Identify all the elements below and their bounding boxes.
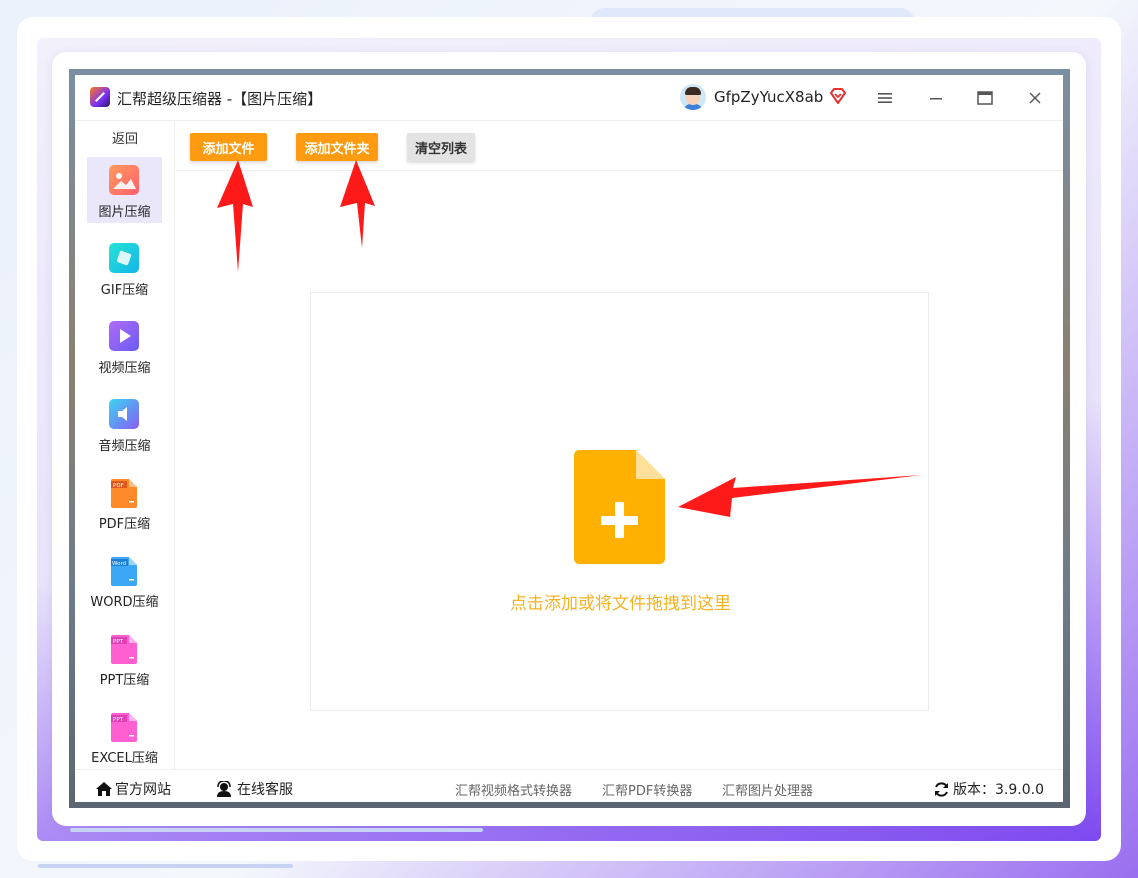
svg-text:PDF: PDF (113, 483, 124, 489)
sidebar: 返回 图片压缩 GIF压缩 视频压缩 音频压缩 PDF PDF压缩 Word W… (75, 121, 175, 769)
add-file-button[interactable]: 添加文件 (190, 133, 267, 161)
app-logo-icon (90, 87, 110, 107)
video-converter-link[interactable]: 汇帮视频格式转换器 (455, 780, 572, 799)
sidebar-item-pdf-compress[interactable]: PDF PDF压缩 (87, 469, 162, 535)
minimize-button[interactable] (923, 85, 949, 111)
official-website-link[interactable]: 官方网站 (95, 779, 171, 799)
svg-text:PPT: PPT (113, 717, 124, 723)
sidebar-item-label: EXCEL压缩 (91, 751, 158, 766)
sidebar-item-label: 音频压缩 (98, 439, 151, 454)
user-avatar[interactable] (680, 84, 706, 110)
drop-zone-hint: 点击添加或将文件拖拽到这里 (510, 594, 731, 614)
home-icon (96, 782, 112, 796)
sidebar-item-excel-compress[interactable]: PPT EXCEL压缩 (87, 703, 162, 769)
app-title: 汇帮超级压缩器 -【图片压缩】 (117, 90, 323, 108)
sidebar-item-gif-compress[interactable]: GIF压缩 (87, 235, 162, 301)
online-support-label: 在线客服 (237, 782, 293, 798)
gif-icon (109, 243, 139, 273)
vip-diamond-icon[interactable] (829, 87, 847, 105)
add-folder-button[interactable]: 添加文件夹 (296, 133, 378, 161)
divider (176, 170, 1063, 171)
add-file-icon (574, 450, 665, 564)
version-label: 版本：3.9.0.0 (953, 782, 1044, 798)
pdf-converter-link[interactable]: 汇帮PDF转换器 (602, 780, 692, 799)
pdf-icon: PDF (111, 479, 137, 508)
sidebar-item-label: PPT压缩 (99, 673, 150, 688)
decorative-line (70, 828, 483, 832)
username[interactable]: GfpZyYucX8ab (714, 88, 823, 106)
menu-button[interactable] (872, 85, 898, 111)
audio-icon (109, 399, 139, 429)
sidebar-item-label: 视频压缩 (98, 361, 151, 376)
sidebar-item-ppt-compress[interactable]: PPT PPT压缩 (87, 625, 162, 691)
back-button[interactable]: 返回 (75, 128, 175, 147)
sidebar-item-word-compress[interactable]: Word WORD压缩 (87, 547, 162, 613)
close-button[interactable] (1022, 85, 1048, 111)
sidebar-item-label: GIF压缩 (100, 283, 149, 298)
close-icon (1029, 92, 1041, 104)
decorative-line (38, 864, 293, 868)
file-drop-zone[interactable]: 点击添加或将文件拖拽到这里 (310, 292, 929, 711)
sidebar-item-label: 图片压缩 (98, 205, 151, 220)
excel-icon: PPT (111, 713, 137, 742)
title-bar: 汇帮超级压缩器 -【图片压缩】 GfpZyYucX8ab (75, 75, 1063, 121)
image-icon (109, 165, 139, 195)
hamburger-icon (878, 93, 892, 103)
official-website-label: 官方网站 (115, 782, 171, 798)
sidebar-item-audio-compress[interactable]: 音频压缩 (87, 391, 162, 457)
minimize-icon (930, 98, 942, 100)
support-icon (217, 781, 231, 797)
maximize-icon (977, 91, 993, 105)
image-processor-link[interactable]: 汇帮图片处理器 (722, 780, 813, 799)
ppt-icon: PPT (111, 635, 137, 664)
clear-list-button[interactable]: 清空列表 (407, 133, 475, 161)
status-bar: 官方网站 在线客服 汇帮视频格式转换器 汇帮PDF转换器 汇帮图片处理器 版本：… (75, 769, 1063, 802)
video-icon (109, 321, 139, 351)
maximize-button[interactable] (972, 85, 998, 111)
sidebar-item-label: PDF压缩 (98, 517, 151, 532)
version-info[interactable]: 版本：3.9.0.0 (933, 779, 1044, 799)
word-icon: Word (111, 557, 137, 586)
sidebar-item-label: WORD压缩 (90, 595, 159, 610)
online-support-link[interactable]: 在线客服 (215, 779, 293, 799)
sidebar-item-image-compress[interactable]: 图片压缩 (87, 157, 162, 223)
sidebar-item-video-compress[interactable]: 视频压缩 (87, 313, 162, 379)
app-window: 汇帮超级压缩器 -【图片压缩】 GfpZyYucX8ab 返回 图片压缩 GIF… (75, 75, 1063, 802)
svg-text:Word: Word (112, 561, 126, 567)
refresh-icon (935, 781, 948, 797)
svg-text:PPT: PPT (113, 639, 124, 645)
